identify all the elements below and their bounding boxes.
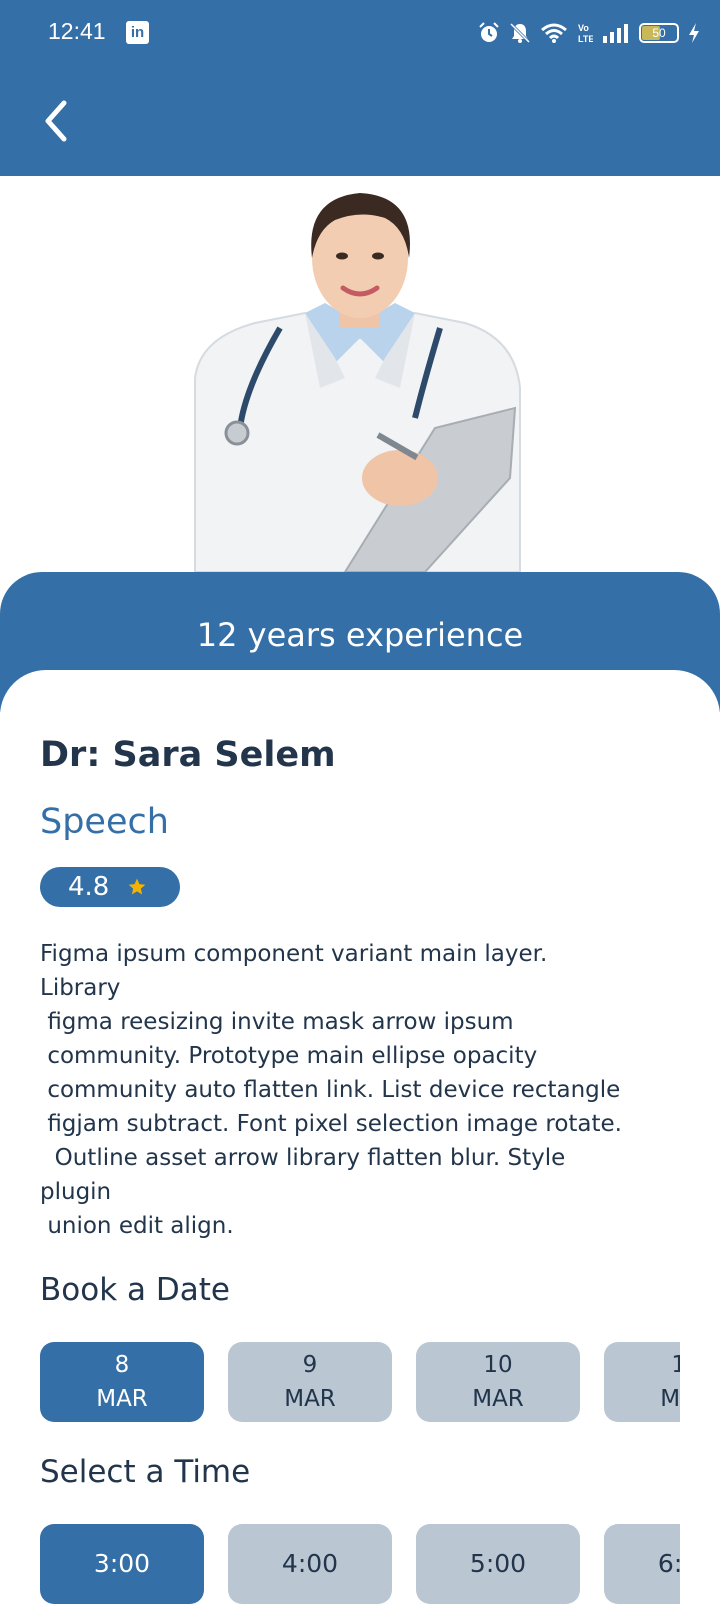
battery-level: 50 xyxy=(652,26,666,40)
doctor-name: Dr: Sara Selem xyxy=(40,735,336,775)
battery-icon: 50 xyxy=(639,23,679,43)
date-chip-month: MAR xyxy=(284,1386,336,1412)
time-chip-list: 3:00 4:00 5:00 6:00 xyxy=(40,1524,680,1604)
time-chip[interactable]: 4:00 xyxy=(228,1524,392,1604)
volte-icon: Vo LTE xyxy=(578,23,593,44)
date-chip-day: 9 xyxy=(302,1352,318,1378)
alarm-icon xyxy=(479,22,499,42)
linkedin-icon: in xyxy=(126,21,149,44)
experience-label: 12 years experience xyxy=(196,616,524,654)
bell-off-icon xyxy=(509,22,531,44)
wifi-icon xyxy=(541,23,567,43)
date-chip-day: 8 xyxy=(114,1352,130,1378)
date-chip-day: 10 xyxy=(483,1352,513,1378)
book-date-title: Book a Date xyxy=(40,1272,230,1308)
time-chip-label: 5:00 xyxy=(469,1549,527,1578)
rating-badge: 4.8 xyxy=(40,867,180,907)
signal-icon xyxy=(603,24,628,43)
charging-icon xyxy=(689,23,699,43)
status-bar: 12:41 in Vo LTE 50 xyxy=(0,0,720,66)
date-chip[interactable]: 8 MAR xyxy=(40,1342,204,1422)
app-bar xyxy=(0,66,720,176)
time-chip[interactable]: 6:00 xyxy=(604,1524,680,1604)
date-chip[interactable]: 10 MAR xyxy=(416,1342,580,1422)
chevron-left-icon xyxy=(45,100,67,142)
time-chip-label: 3:00 xyxy=(93,1549,151,1578)
date-chip-list: 8 MAR 9 MAR 10 MAR 11 MAR xyxy=(40,1342,680,1422)
rating-value: 4.8 xyxy=(68,872,110,902)
time-chip[interactable]: 5:00 xyxy=(416,1524,580,1604)
status-time: 12:41 xyxy=(48,18,106,44)
time-chip-label: 4:00 xyxy=(281,1549,339,1578)
back-button[interactable] xyxy=(34,96,78,146)
doctor-bio: Figma ipsum component variant main layer… xyxy=(40,941,622,1239)
date-chip-month: MAR xyxy=(472,1386,524,1412)
time-chip[interactable]: 3:00 xyxy=(40,1524,204,1604)
date-chip[interactable]: 9 MAR xyxy=(228,1342,392,1422)
doctor-photo xyxy=(194,193,521,572)
svg-text:Vo: Vo xyxy=(578,23,589,33)
date-chip-day: 11 xyxy=(671,1352,680,1378)
date-chip-month: MAR xyxy=(660,1386,680,1412)
doctor-specialty: Speech xyxy=(40,802,169,842)
status-icons: Vo LTE 50 xyxy=(478,18,700,48)
star-icon xyxy=(129,878,146,895)
time-chip-label: 6:00 xyxy=(657,1549,680,1578)
date-chip[interactable]: 11 MAR xyxy=(604,1342,680,1422)
select-time-title: Select a Time xyxy=(40,1454,251,1490)
date-chip-month: MAR xyxy=(96,1386,148,1412)
svg-text:LTE: LTE xyxy=(578,34,593,44)
